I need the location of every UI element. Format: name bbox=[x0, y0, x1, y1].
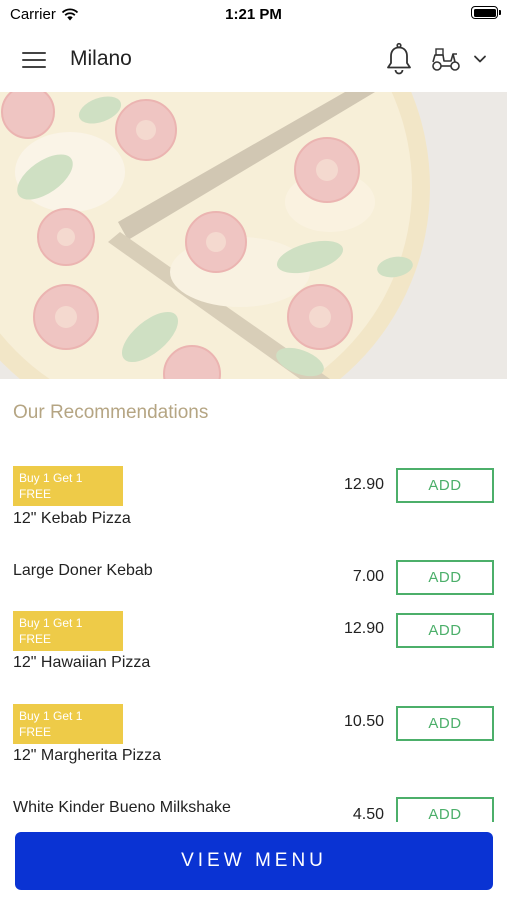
add-button[interactable]: ADD bbox=[396, 613, 494, 648]
item-price: 10.50 bbox=[343, 713, 384, 730]
item-name: 12" Kebab Pizza bbox=[13, 510, 131, 527]
app-header: Milano bbox=[0, 28, 507, 92]
promo-badge: Buy 1 Get 1 FREE bbox=[13, 704, 123, 744]
hero-pizza-image bbox=[0, 92, 507, 379]
view-menu-button[interactable]: VIEW MENU bbox=[15, 832, 493, 890]
add-button[interactable]: ADD bbox=[396, 560, 494, 595]
status-bar: Carrier 1:21 PM bbox=[0, 0, 507, 28]
section-title: Our Recommendations bbox=[13, 402, 209, 423]
chevron-down-icon[interactable] bbox=[473, 53, 487, 65]
add-button[interactable]: ADD bbox=[396, 797, 494, 822]
item-price: 12.90 bbox=[343, 476, 384, 493]
item-price: 12.90 bbox=[343, 620, 384, 637]
battery-icon bbox=[471, 6, 501, 19]
item-price: 4.50 bbox=[352, 806, 384, 822]
page-title: Milano bbox=[70, 47, 132, 70]
add-button[interactable]: ADD bbox=[396, 706, 494, 741]
promo-badge: Buy 1 Get 1 FREE bbox=[13, 466, 123, 506]
menu-icon[interactable] bbox=[22, 50, 48, 70]
status-time: 1:21 PM bbox=[225, 6, 282, 23]
promo-badge: Buy 1 Get 1 FREE bbox=[13, 611, 123, 651]
recommendations-list: Buy 1 Get 1 FREE 12" Kebab Pizza 12.90 A… bbox=[0, 466, 507, 822]
bell-icon[interactable] bbox=[385, 42, 413, 76]
delivery-scooter-icon[interactable] bbox=[430, 46, 462, 72]
item-name: White Kinder Bueno Milkshake bbox=[13, 799, 231, 816]
item-name: 12" Hawaiian Pizza bbox=[13, 654, 151, 671]
add-button[interactable]: ADD bbox=[396, 468, 494, 503]
item-name: 12" Margherita Pizza bbox=[13, 747, 161, 764]
item-name: Large Doner Kebab bbox=[13, 562, 153, 579]
item-price: 7.00 bbox=[352, 568, 384, 585]
